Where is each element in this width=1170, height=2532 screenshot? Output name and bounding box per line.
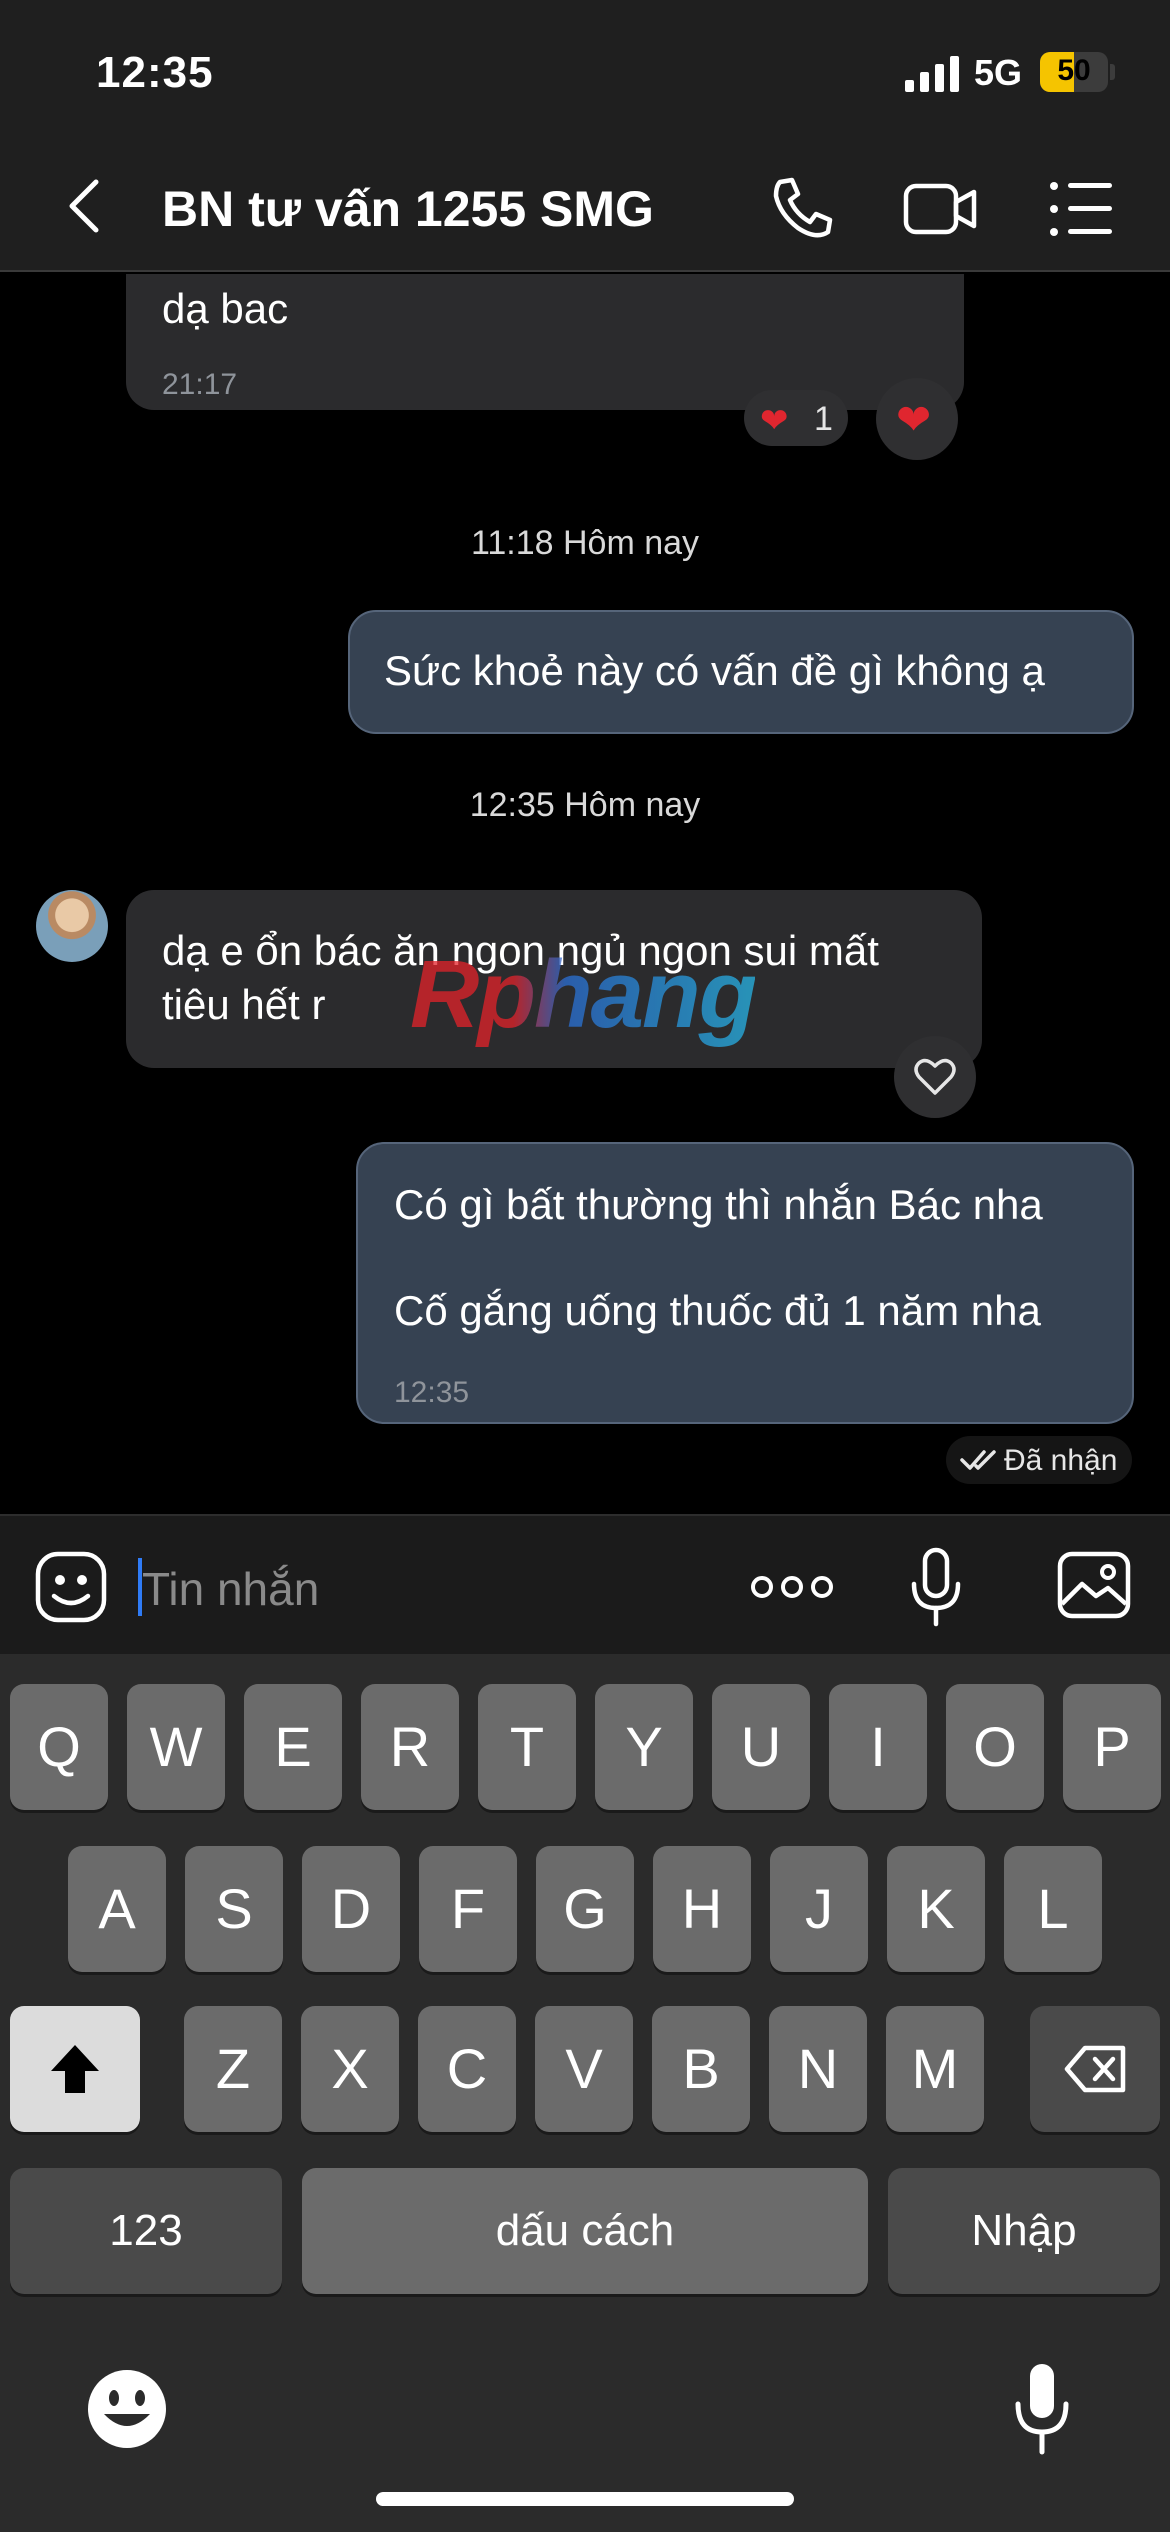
- key-y[interactable]: Y: [595, 1684, 693, 1810]
- phone-call-icon[interactable]: [766, 172, 840, 246]
- microphone-icon[interactable]: [906, 1546, 966, 1630]
- double-check-icon: [960, 1450, 996, 1470]
- key-e[interactable]: E: [244, 1684, 342, 1810]
- chat-area[interactable]: dạ bac 21:17 ❤ 1 ❤ 11:18 Hôm nay Sức kho…: [0, 274, 1170, 1514]
- time-separator: 12:35 Hôm nay: [469, 786, 701, 824]
- incoming-message-bubble[interactable]: dạ bac 21:17: [126, 274, 964, 410]
- key-u[interactable]: U: [712, 1684, 810, 1810]
- key-g[interactable]: G: [536, 1846, 634, 1972]
- outgoing-message-bubble[interactable]: Sức khoẻ này có vấn đề gì không ạ: [348, 610, 1134, 734]
- message-text-line: tiêu hết r: [162, 981, 326, 1028]
- message-input[interactable]: Tin nhắn: [142, 1562, 319, 1616]
- more-options-icon[interactable]: [750, 1572, 834, 1602]
- key-z[interactable]: Z: [184, 2006, 282, 2132]
- battery-percent: 50: [1057, 54, 1091, 87]
- key-p[interactable]: P: [1063, 1684, 1161, 1810]
- message-text-line: Cố gắng uống thuốc đủ 1 năm nha: [394, 1287, 1041, 1334]
- message-input-bar: Tin nhắn: [0, 1514, 1170, 1654]
- sticker-emoji-icon[interactable]: [34, 1550, 108, 1624]
- shift-key[interactable]: [10, 2006, 140, 2132]
- message-time: 21:17: [162, 368, 238, 401]
- heart-reaction-button[interactable]: ❤: [876, 378, 958, 460]
- image-gallery-icon[interactable]: [1056, 1550, 1132, 1620]
- key-d[interactable]: D: [302, 1846, 400, 1972]
- message-text: dạ bac: [162, 285, 289, 332]
- key-f[interactable]: F: [419, 1846, 517, 1972]
- key-s[interactable]: S: [185, 1846, 283, 1972]
- key-b[interactable]: B: [652, 2006, 750, 2132]
- key-v[interactable]: V: [535, 2006, 633, 2132]
- emoji-keyboard-icon[interactable]: [86, 2368, 168, 2450]
- shift-arrow-icon: [51, 2045, 99, 2093]
- key-i[interactable]: I: [829, 1684, 927, 1810]
- back-arrow-icon[interactable]: [60, 176, 110, 236]
- key-o[interactable]: O: [946, 1684, 1044, 1810]
- space-key[interactable]: dấu cách: [302, 2168, 868, 2294]
- message-text-line: Có gì bất thường thì nhắn Bác nha: [394, 1181, 1043, 1228]
- key-m[interactable]: M: [886, 2006, 984, 2132]
- key-c[interactable]: C: [418, 2006, 516, 2132]
- heart-outline-icon: [914, 1058, 956, 1095]
- message-time: 12:35: [394, 1376, 470, 1409]
- top-bar: 12:35 5G 50 BN tư vấn 1255 SMG: [0, 0, 1170, 272]
- key-x[interactable]: X: [301, 2006, 399, 2132]
- status-time: 12:35: [96, 48, 214, 97]
- reaction-count: 1: [814, 400, 833, 438]
- like-reaction-button[interactable]: [894, 1036, 976, 1118]
- key-j[interactable]: J: [770, 1846, 868, 1972]
- backspace-icon: [1064, 2045, 1126, 2093]
- numbers-key[interactable]: 123: [10, 2168, 282, 2294]
- key-k[interactable]: K: [887, 1846, 985, 1972]
- heart-icon: ❤: [760, 402, 789, 440]
- key-r[interactable]: R: [361, 1684, 459, 1810]
- avatar[interactable]: [36, 890, 108, 962]
- enter-key[interactable]: Nhập: [888, 2168, 1160, 2294]
- network-type: 5G: [974, 52, 1023, 93]
- delivery-status: Đã nhận: [946, 1436, 1132, 1484]
- dictation-mic-icon[interactable]: [1010, 2360, 1074, 2458]
- home-indicator: [376, 2492, 794, 2506]
- watermark-logo: Rphang: [410, 941, 757, 1048]
- outgoing-message-bubble[interactable]: Có gì bất thường thì nhắn Bác nha Cố gắn…: [356, 1142, 1134, 1424]
- delivery-status-label: Đã nhận: [1004, 1444, 1118, 1477]
- backspace-key[interactable]: [1030, 2006, 1160, 2132]
- time-separator: 11:18 Hôm nay: [470, 524, 700, 562]
- video-call-icon[interactable]: [900, 172, 980, 246]
- conversation-title[interactable]: BN tư vấn 1255 SMG: [162, 180, 654, 238]
- heart-icon: ❤: [896, 396, 932, 443]
- key-q[interactable]: Q: [10, 1684, 108, 1810]
- battery-tip: [1110, 64, 1115, 80]
- key-n[interactable]: N: [769, 2006, 867, 2132]
- battery-icon: 50: [1040, 52, 1108, 92]
- key-t[interactable]: T: [478, 1684, 576, 1810]
- key-l[interactable]: L: [1004, 1846, 1102, 1972]
- reaction-summary[interactable]: ❤ 1: [744, 390, 848, 446]
- message-text: Sức khoẻ này có vấn đề gì không ạ: [384, 647, 1045, 694]
- on-screen-keyboard: QWERTYUIOP ASDFGHJKL ZXCVBNM 123 dấu các…: [0, 1654, 1170, 2532]
- key-h[interactable]: H: [653, 1846, 751, 1972]
- key-a[interactable]: A: [68, 1846, 166, 1972]
- menu-list-icon[interactable]: [1044, 172, 1118, 246]
- key-w[interactable]: W: [127, 1684, 225, 1810]
- cellular-signal-icon: [905, 56, 959, 92]
